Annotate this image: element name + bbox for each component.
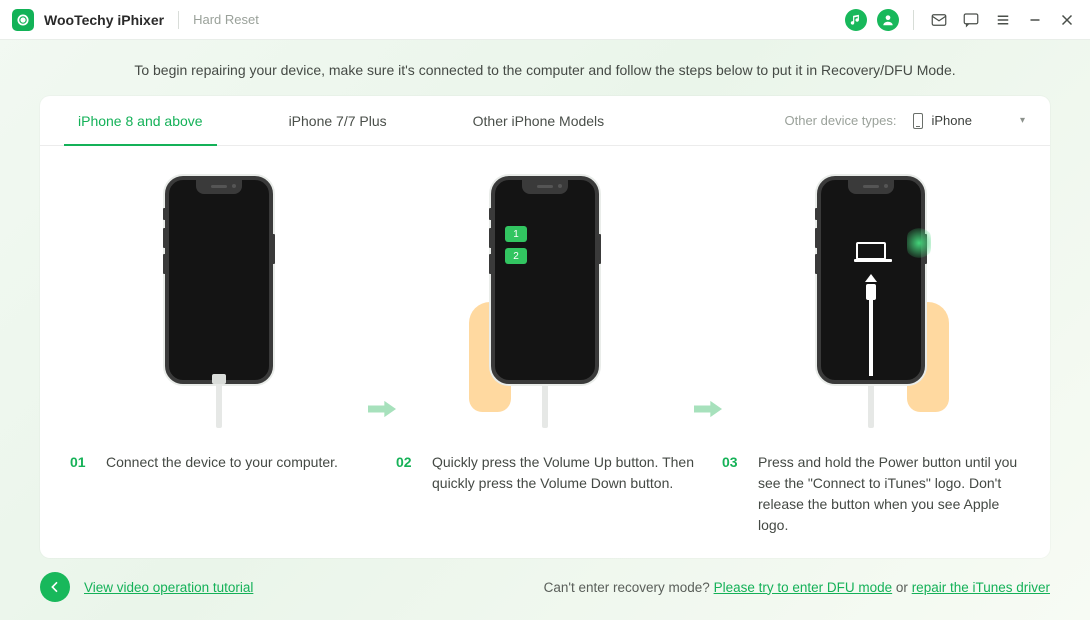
phone-icon (817, 176, 925, 384)
main-card: iPhone 8 and above iPhone 7/7 Plus Other… (40, 96, 1050, 558)
device-type-value: iPhone (931, 113, 971, 128)
back-button[interactable] (40, 572, 70, 602)
steps-row: 01 Connect the device to your computer. (40, 146, 1050, 546)
volume-down-marker-icon: 2 (505, 248, 527, 264)
repair-driver-link[interactable]: repair the iTunes driver (912, 580, 1050, 595)
music-update-icon[interactable] (845, 9, 867, 31)
app-window: WooTechy iPhixer Hard Reset (0, 0, 1090, 620)
menu-icon[interactable] (992, 9, 1014, 31)
icon-separator (913, 10, 914, 30)
step-1: 01 Connect the device to your computer. (70, 176, 368, 473)
device-tabs: iPhone 8 and above iPhone 7/7 Plus Other… (40, 96, 1050, 146)
step3-illustration (817, 176, 925, 446)
device-type-dropdown[interactable]: iPhone ▾ (906, 108, 1032, 134)
app-logo-icon (12, 9, 34, 31)
cable-icon (542, 382, 548, 428)
arrow-right-icon (368, 399, 396, 424)
power-press-glow-icon (907, 226, 931, 260)
account-icon[interactable] (877, 9, 899, 31)
step1-illustration (165, 176, 273, 446)
up-arrow-icon (865, 274, 877, 282)
mail-icon[interactable] (928, 9, 950, 31)
cable-icon (216, 382, 222, 428)
step-2: 1 2 02 Quickly press the Volume Up butto… (396, 176, 694, 494)
cable-icon (868, 382, 874, 428)
titlebar-actions (845, 9, 1078, 31)
phone-icon (165, 176, 273, 384)
tab-iphone7[interactable]: iPhone 7/7 Plus (281, 96, 395, 145)
tab-iphone8plus[interactable]: iPhone 8 and above (70, 96, 211, 145)
step-description: Press and hold the Power button until yo… (758, 452, 1020, 536)
footer-help: Can't enter recovery mode? Please try to… (544, 580, 1050, 595)
step-description: Quickly press the Volume Up button. Then… (432, 452, 694, 494)
close-button[interactable] (1056, 9, 1078, 31)
app-title: WooTechy iPhixer (44, 12, 164, 28)
volume-up-marker-icon: 1 (505, 226, 527, 242)
section-title: Hard Reset (193, 12, 259, 27)
minimize-button[interactable] (1024, 9, 1046, 31)
step-number: 01 (70, 452, 94, 473)
step-3: 03 Press and hold the Power button until… (722, 176, 1020, 536)
laptop-icon (856, 242, 886, 260)
arrow-right-icon (694, 399, 722, 424)
footer: View video operation tutorial Can't ente… (0, 558, 1090, 620)
video-tutorial-link[interactable]: View video operation tutorial (84, 580, 253, 595)
step-number: 03 (722, 452, 746, 536)
chevron-down-icon: ▾ (1020, 115, 1025, 126)
tab-other-iphone[interactable]: Other iPhone Models (465, 96, 613, 145)
feedback-icon[interactable] (960, 9, 982, 31)
dfu-mode-link[interactable]: Please try to enter DFU mode (714, 580, 893, 595)
step-description: Connect the device to your computer. (106, 452, 338, 473)
instruction-text: To begin repairing your device, make sur… (0, 40, 1090, 96)
step-number: 02 (396, 452, 420, 494)
help-text: Can't enter recovery mode? (544, 580, 714, 595)
titlebar: WooTechy iPhixer Hard Reset (0, 0, 1090, 40)
phone-icon: 1 2 (491, 176, 599, 384)
connector-cable-icon (869, 284, 873, 376)
device-type-label: Other device types: (784, 113, 896, 128)
device-type-selector: Other device types: iPhone ▾ (784, 108, 1032, 134)
title-separator (178, 11, 179, 29)
phone-outline-icon (913, 113, 923, 129)
step2-illustration: 1 2 (491, 176, 599, 446)
